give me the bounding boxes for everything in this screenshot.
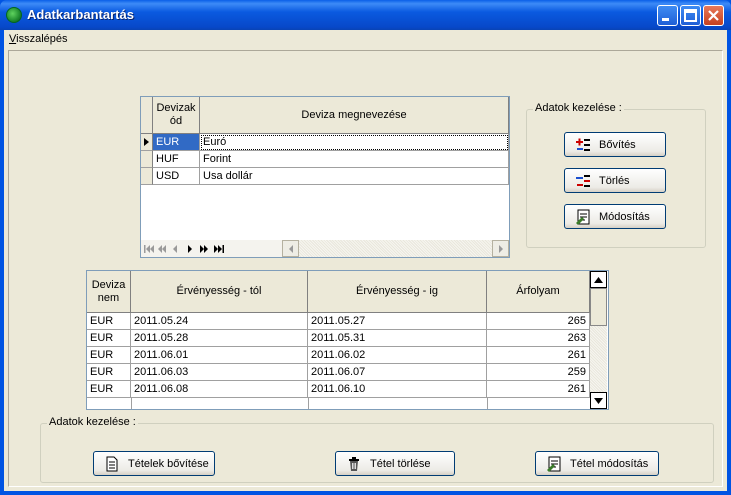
maximize-button[interactable] — [680, 5, 701, 26]
menu-back[interactable]: Visszalépés — [9, 33, 68, 45]
horizontal-scroll-track[interactable] — [299, 240, 492, 257]
document-icon — [106, 456, 118, 471]
data-management-group-top: Adatok kezelése : Bővítés Törlés Módosít… — [526, 102, 706, 248]
modify-item-button[interactable]: Tétel módosítás — [535, 451, 659, 476]
rate-cell-from[interactable]: 2011.05.24 — [131, 313, 308, 330]
app-window: Adatkarbantartás Visszalépés Devizak ód … — [0, 0, 731, 495]
vertical-scrollbar[interactable] — [590, 271, 607, 409]
record-navigator-icons[interactable] — [143, 243, 233, 255]
currency-code-cell[interactable]: USD — [153, 168, 200, 185]
rate-cell-from[interactable]: 2011.05.28 — [131, 330, 308, 347]
rate-cell-value[interactable]: 263 — [487, 330, 590, 347]
rate-cell-from[interactable]: 2011.06.08 — [131, 381, 308, 398]
column-header-valid-to[interactable]: Érvényesség - ig — [308, 271, 487, 313]
rate-cell-currency[interactable]: EUR — [87, 364, 131, 381]
rate-cell-currency[interactable]: EUR — [87, 330, 131, 347]
currency-name-cell[interactable]: Euró — [200, 134, 509, 151]
rate-cell-to[interactable]: 2011.06.07 — [308, 364, 487, 381]
close-icon — [708, 10, 719, 21]
rate-cell-to[interactable]: 2011.05.27 — [308, 313, 487, 330]
column-header-valid-from[interactable]: Érvényesség - tól — [131, 271, 308, 313]
grid-navigator-bar — [141, 240, 509, 257]
client-area: Visszalépés Devizak ód Deviza megnevezés… — [4, 30, 727, 491]
column-header-name[interactable]: Deviza megnevezése — [200, 97, 509, 134]
vertical-scroll-track[interactable] — [590, 326, 607, 392]
modify-item-button-label: Tétel módosítás — [570, 457, 649, 470]
column-header-currency[interactable]: Deviza nem — [87, 271, 131, 313]
scroll-left-button[interactable] — [282, 240, 299, 257]
arrow-up-icon — [594, 276, 603, 283]
trash-icon — [349, 456, 359, 471]
row-indicator-header — [141, 97, 153, 134]
partial-row — [87, 398, 590, 409]
add-button-label: Bővítés — [599, 138, 636, 151]
rate-cell-value[interactable]: 265 — [487, 313, 590, 330]
data-management-group-bottom: Adatok kezelése : Tételek bővítése Tétel… — [40, 416, 714, 483]
minimize-button[interactable] — [657, 5, 678, 26]
row-pointer-icon — [144, 138, 149, 146]
currency-code-cell[interactable]: EUR — [153, 134, 200, 151]
scroll-right-button[interactable] — [492, 240, 509, 257]
rate-cell-value[interactable]: 261 — [487, 347, 590, 364]
rate-cell-currency[interactable]: EUR — [87, 347, 131, 364]
add-button[interactable]: Bővítés — [564, 132, 666, 157]
close-button[interactable] — [703, 5, 724, 26]
add-row-icon — [576, 138, 590, 151]
column-header-code[interactable]: Devizak ód — [153, 97, 200, 134]
window-title: Adatkarbantartás — [27, 7, 134, 22]
rate-cell-to[interactable]: 2011.05.31 — [308, 330, 487, 347]
delete-item-button[interactable]: Tétel törlése — [335, 451, 455, 476]
row-indicator — [141, 168, 153, 185]
edit-document-icon — [547, 456, 561, 472]
scroll-thumb[interactable] — [590, 288, 607, 326]
rate-cell-to[interactable]: 2011.06.02 — [308, 347, 487, 364]
globe-icon — [6, 7, 22, 23]
add-items-button-label: Tételek bővítése — [128, 457, 209, 470]
title-bar[interactable]: Adatkarbantartás — [0, 0, 731, 30]
delete-item-button-label: Tétel törlése — [370, 457, 431, 470]
minimize-icon — [662, 18, 669, 21]
menu-bar: Visszalépés — [4, 30, 727, 48]
arrow-left-icon — [288, 244, 293, 253]
rate-cell-currency[interactable]: EUR — [87, 381, 131, 398]
currency-name-cell[interactable]: Usa dollár — [200, 168, 509, 185]
rate-cell-from[interactable]: 2011.06.01 — [131, 347, 308, 364]
row-indicator — [141, 151, 153, 168]
edit-document-icon — [576, 209, 590, 225]
modify-button[interactable]: Módosítás — [564, 204, 666, 229]
rate-cell-currency[interactable]: EUR — [87, 313, 131, 330]
delete-row-icon — [576, 174, 590, 187]
currency-grid[interactable]: Devizak ód Deviza megnevezése EUR Euró H… — [140, 96, 510, 258]
rate-cell-value[interactable]: 259 — [487, 364, 590, 381]
rate-cell-to[interactable]: 2011.06.10 — [308, 381, 487, 398]
delete-button[interactable]: Törlés — [564, 168, 666, 193]
exchange-rate-grid[interactable]: Deviza nem Érvényesség - tól Érvényesség… — [86, 270, 609, 410]
column-header-rate[interactable]: Árfolyam — [487, 271, 590, 313]
scroll-up-button[interactable] — [590, 271, 607, 288]
maximize-icon — [684, 9, 697, 22]
scroll-down-button[interactable] — [590, 392, 607, 409]
currency-name-cell[interactable]: Forint — [200, 151, 509, 168]
menu-back-rest: isszalépés — [16, 33, 68, 45]
main-frame: Devizak ód Deviza megnevezése EUR Euró H… — [8, 50, 723, 487]
rate-cell-from[interactable]: 2011.06.03 — [131, 364, 308, 381]
currency-code-cell[interactable]: HUF — [153, 151, 200, 168]
arrow-down-icon — [594, 397, 603, 404]
current-row-indicator — [141, 134, 153, 151]
modify-button-label: Módosítás — [599, 210, 650, 223]
delete-button-label: Törlés — [599, 174, 630, 187]
rate-cell-value[interactable]: 261 — [487, 381, 590, 398]
group-label-bottom: Adatok kezelése : — [47, 416, 138, 428]
add-items-button[interactable]: Tételek bővítése — [93, 451, 215, 476]
group-label-top: Adatok kezelése : — [533, 102, 624, 114]
arrow-right-icon — [498, 244, 503, 253]
